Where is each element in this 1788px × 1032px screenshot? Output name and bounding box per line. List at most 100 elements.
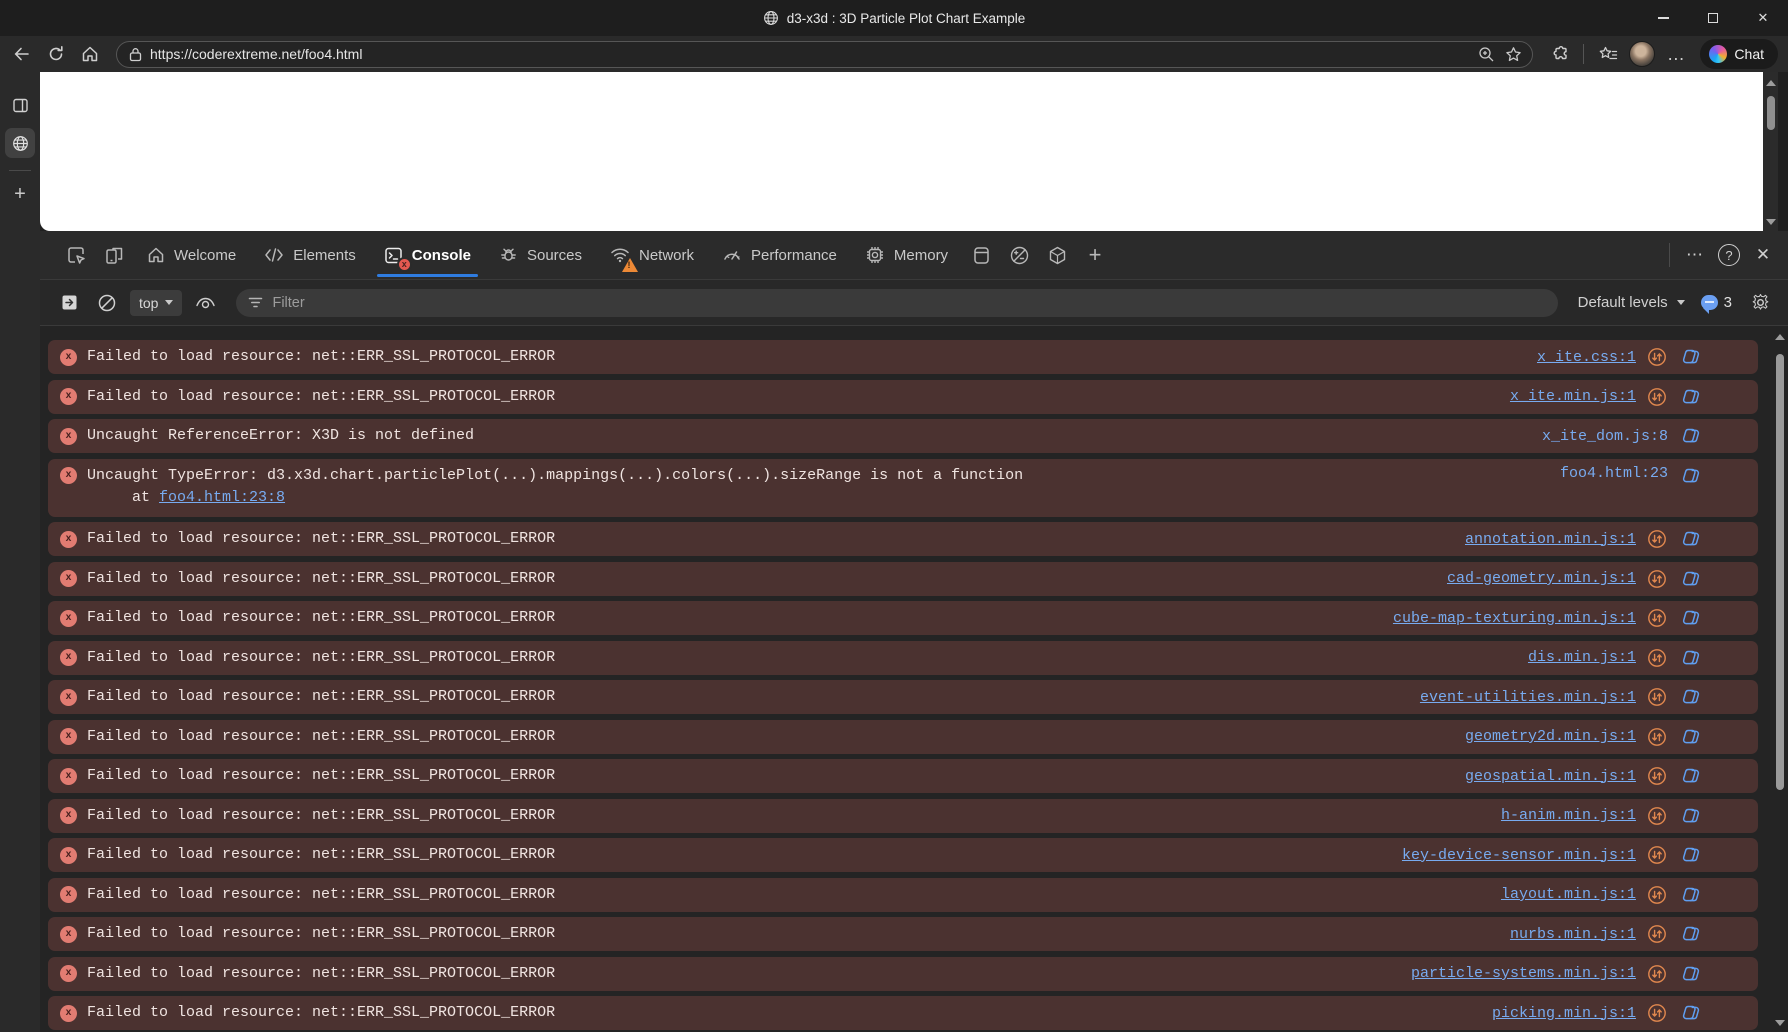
console-error-row[interactable]: x Failed to load resource: net::ERR_SSL_…: [48, 759, 1758, 793]
source-file-link[interactable]: annotation.min.js:1: [1465, 531, 1636, 548]
scroll-up-arrow[interactable]: [1775, 334, 1785, 340]
console-error-row[interactable]: x Failed to load resource: net::ERR_SSL_…: [48, 680, 1758, 714]
more-tabs-button[interactable]: +: [1077, 237, 1113, 273]
source-file-link[interactable]: h-anim.min.js:1: [1501, 807, 1636, 824]
copilot-explain-icon[interactable]: [1680, 686, 1702, 708]
url-text[interactable]: https://coderextreme.net/foo4.html: [150, 46, 1470, 62]
tab-elements[interactable]: Elements: [251, 231, 369, 279]
copilot-explain-icon[interactable]: [1680, 1002, 1702, 1024]
console-error-row[interactable]: x Failed to load resource: net::ERR_SSL_…: [48, 522, 1758, 556]
source-file-link[interactable]: picking.min.js:1: [1492, 1005, 1636, 1022]
network-request-icon[interactable]: [1646, 884, 1668, 906]
tab-performance[interactable]: Performance: [709, 231, 850, 279]
source-file-link[interactable]: layout.min.js:1: [1501, 886, 1636, 903]
scrollbar-thumb[interactable]: [1767, 96, 1775, 130]
source-file-link[interactable]: cube-map-texturing.min.js:1: [1393, 610, 1636, 627]
extensions-icon[interactable]: [1543, 39, 1575, 69]
page-scrollbar[interactable]: [1763, 72, 1778, 231]
source-file-link[interactable]: x_ite.css:1: [1537, 349, 1636, 366]
console-error-row[interactable]: x Failed to load resource: net::ERR_SSL_…: [48, 641, 1758, 675]
source-file-link[interactable]: cad-geometry.min.js:1: [1447, 570, 1636, 587]
3d-view-icon[interactable]: [1039, 237, 1075, 273]
copilot-explain-icon[interactable]: [1680, 568, 1702, 590]
copilot-explain-icon[interactable]: [1680, 386, 1702, 408]
application-panel-icon[interactable]: [963, 237, 999, 273]
console-error-row[interactable]: x Failed to load resource: net::ERR_SSL_…: [48, 601, 1758, 635]
scroll-down-arrow[interactable]: [1775, 1020, 1785, 1026]
network-request-icon[interactable]: [1646, 346, 1668, 368]
console-error-row[interactable]: x Failed to load resource: net::ERR_SSL_…: [48, 340, 1758, 374]
devtools-help-button[interactable]: ?: [1712, 238, 1746, 272]
devtools-more-options-button[interactable]: ⋯: [1678, 238, 1712, 272]
network-request-icon[interactable]: [1646, 963, 1668, 985]
filter-container[interactable]: [236, 289, 1557, 317]
log-levels-selector[interactable]: Default levels: [1574, 294, 1689, 311]
copilot-explain-icon[interactable]: [1680, 963, 1702, 985]
home-button[interactable]: [74, 39, 106, 69]
source-file-link[interactable]: event-utilities.min.js:1: [1420, 689, 1636, 706]
zoom-page-icon[interactable]: [1478, 46, 1495, 63]
page-viewport[interactable]: [40, 72, 1778, 231]
favorite-star-icon[interactable]: [1505, 46, 1522, 63]
network-request-icon[interactable]: [1646, 686, 1668, 708]
source-file-link[interactable]: key-device-sensor.min.js:1: [1402, 847, 1636, 864]
refresh-button[interactable]: [40, 39, 72, 69]
source-file-link[interactable]: geospatial.min.js:1: [1465, 768, 1636, 785]
source-file-link[interactable]: x_ite_dom.js:8: [1542, 428, 1668, 445]
console-log-area[interactable]: x Failed to load resource: net::ERR_SSL_…: [40, 326, 1788, 1032]
network-request-icon[interactable]: [1646, 805, 1668, 827]
console-error-row[interactable]: x Failed to load resource: net::ERR_SSL_…: [48, 996, 1758, 1030]
network-request-icon[interactable]: [1646, 923, 1668, 945]
copilot-explain-icon[interactable]: [1680, 805, 1702, 827]
tab-welcome[interactable]: Welcome: [134, 231, 249, 279]
tab-network[interactable]: Network: [597, 231, 707, 279]
copilot-explain-icon[interactable]: [1680, 765, 1702, 787]
stack-trace-link[interactable]: foo4.html:23:8: [159, 489, 285, 506]
network-request-icon[interactable]: [1646, 1002, 1668, 1024]
copilot-explain-icon[interactable]: [1680, 528, 1702, 550]
active-tab-globe-icon[interactable]: [5, 128, 35, 158]
address-bar[interactable]: https://coderextreme.net/foo4.html: [116, 41, 1533, 68]
console-error-row[interactable]: x Failed to load resource: net::ERR_SSL_…: [48, 838, 1758, 872]
back-button[interactable]: [6, 39, 38, 69]
scroll-up-arrow[interactable]: [1766, 80, 1776, 86]
console-sidebar-toggle-icon[interactable]: [54, 285, 84, 321]
console-error-row[interactable]: x Failed to load resource: net::ERR_SSL_…: [48, 957, 1758, 991]
source-file-link[interactable]: dis.min.js:1: [1528, 649, 1636, 666]
console-error-row[interactable]: x Failed to load resource: net::ERR_SSL_…: [48, 562, 1758, 596]
console-error-row[interactable]: x Failed to load resource: net::ERR_SSL_…: [48, 720, 1758, 754]
console-error-row[interactable]: x Failed to load resource: net::ERR_SSL_…: [48, 917, 1758, 951]
copilot-explain-icon[interactable]: [1680, 923, 1702, 945]
console-scrollbar[interactable]: [1772, 330, 1787, 1032]
device-toolbar-icon[interactable]: [96, 237, 132, 273]
network-request-icon[interactable]: [1646, 647, 1668, 669]
console-settings-gear-icon[interactable]: [1744, 285, 1776, 321]
profile-avatar[interactable]: [1626, 39, 1658, 69]
source-file-link[interactable]: foo4.html:23: [1560, 465, 1668, 482]
devtools-close-button[interactable]: ✕: [1746, 238, 1780, 272]
new-tab-button[interactable]: +: [5, 179, 35, 209]
copilot-explain-icon[interactable]: [1680, 726, 1702, 748]
tab-actions-icon[interactable]: [5, 90, 35, 120]
copilot-chat-button[interactable]: Chat: [1700, 39, 1778, 69]
scrollbar-thumb[interactable]: [1776, 354, 1784, 790]
live-expression-eye-icon[interactable]: [190, 285, 220, 321]
console-error-row[interactable]: x Failed to load resource: net::ERR_SSL_…: [48, 380, 1758, 414]
filter-input[interactable]: [272, 295, 1545, 311]
network-request-icon[interactable]: [1646, 607, 1668, 629]
execution-context-selector[interactable]: top: [130, 290, 182, 316]
copilot-explain-icon[interactable]: [1680, 884, 1702, 906]
source-file-link[interactable]: geometry2d.min.js:1: [1465, 728, 1636, 745]
copilot-explain-icon[interactable]: [1680, 844, 1702, 866]
tab-console[interactable]: x Console: [371, 231, 484, 279]
console-error-row[interactable]: x Uncaught ReferenceError: X3D is not de…: [48, 419, 1758, 453]
copilot-explain-icon[interactable]: [1680, 346, 1702, 368]
settings-more-button[interactable]: …: [1660, 39, 1692, 69]
favorites-list-icon[interactable]: [1592, 39, 1624, 69]
clear-console-icon[interactable]: [92, 285, 122, 321]
console-error-row[interactable]: x Failed to load resource: net::ERR_SSL_…: [48, 799, 1758, 833]
tab-memory[interactable]: Memory: [852, 231, 961, 279]
network-request-icon[interactable]: [1646, 726, 1668, 748]
network-request-icon[interactable]: [1646, 765, 1668, 787]
source-file-link[interactable]: x_ite.min.js:1: [1510, 388, 1636, 405]
